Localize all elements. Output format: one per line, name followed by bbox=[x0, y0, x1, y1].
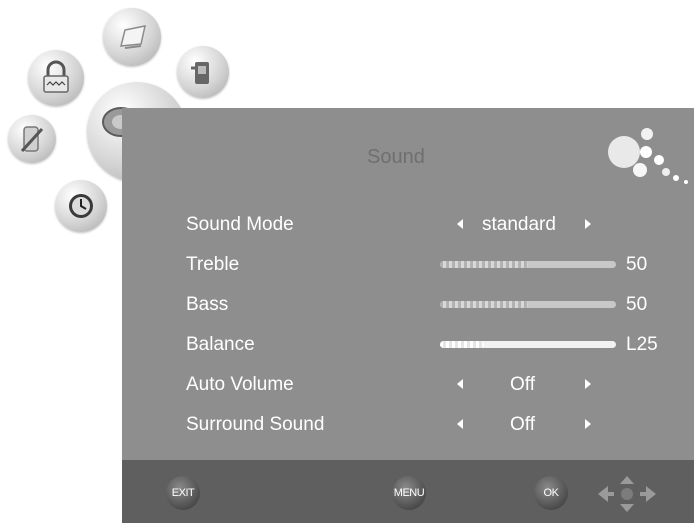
treble-slider[interactable] bbox=[440, 261, 616, 268]
bass-row[interactable]: Bass 50 bbox=[122, 290, 694, 320]
picture-icon bbox=[120, 25, 146, 49]
balance-slider-fill bbox=[440, 341, 484, 348]
bass-value: 50 bbox=[626, 294, 648, 315]
picture-menu-icon[interactable] bbox=[103, 8, 161, 66]
balance-slider[interactable] bbox=[440, 341, 616, 348]
sound-mode-row[interactable]: Sound Mode standard bbox=[122, 210, 694, 240]
timer-icon bbox=[69, 194, 93, 218]
menu-title: Sound bbox=[367, 146, 425, 168]
footer-bar: EXIT MENU OK bbox=[122, 460, 694, 523]
sound-mode-prev-arrow-icon[interactable] bbox=[457, 219, 463, 229]
setup-icon bbox=[20, 126, 44, 153]
auto-volume-label: Auto Volume bbox=[186, 374, 294, 395]
auto-volume-next-arrow-icon[interactable] bbox=[585, 379, 591, 389]
treble-row[interactable]: Treble 50 bbox=[122, 250, 694, 280]
bass-label: Bass bbox=[186, 294, 229, 315]
exit-button[interactable]: EXIT bbox=[166, 476, 200, 510]
surround-sound-label: Surround Sound bbox=[186, 414, 325, 435]
setup-menu-icon[interactable] bbox=[8, 115, 56, 163]
sound-mode-next-arrow-icon[interactable] bbox=[585, 219, 591, 229]
ok-button[interactable]: OK bbox=[534, 476, 568, 510]
balance-value: L25 bbox=[626, 334, 658, 355]
balance-row[interactable]: Balance L25 bbox=[122, 330, 694, 360]
auto-volume-value: Off bbox=[510, 374, 535, 395]
sound-menu-panel: Sound Sound Mode standard Treble 50 Bass… bbox=[122, 108, 694, 523]
treble-value: 50 bbox=[626, 254, 648, 275]
treble-slider-fill bbox=[440, 261, 528, 268]
sound-mode-label: Sound Mode bbox=[186, 214, 294, 235]
auto-volume-prev-arrow-icon[interactable] bbox=[457, 379, 463, 389]
auto-volume-row[interactable]: Auto Volume Off bbox=[122, 370, 694, 400]
menu-button[interactable]: MENU bbox=[392, 476, 426, 510]
lock-menu-icon[interactable] bbox=[28, 50, 84, 106]
lock-icon bbox=[43, 60, 69, 93]
surround-sound-next-arrow-icon[interactable] bbox=[585, 419, 591, 429]
sound-mode-value: standard bbox=[482, 214, 556, 235]
dpad-icon bbox=[598, 476, 656, 512]
surround-sound-prev-arrow-icon[interactable] bbox=[457, 419, 463, 429]
balance-label: Balance bbox=[186, 334, 255, 355]
surround-sound-value: Off bbox=[510, 414, 535, 435]
bass-slider[interactable] bbox=[440, 301, 616, 308]
brand-dots-logo bbox=[608, 128, 688, 184]
bass-slider-fill bbox=[440, 301, 528, 308]
surround-sound-row[interactable]: Surround Sound Off bbox=[122, 410, 694, 440]
timer-menu-icon[interactable] bbox=[55, 180, 107, 232]
treble-label: Treble bbox=[186, 254, 240, 275]
